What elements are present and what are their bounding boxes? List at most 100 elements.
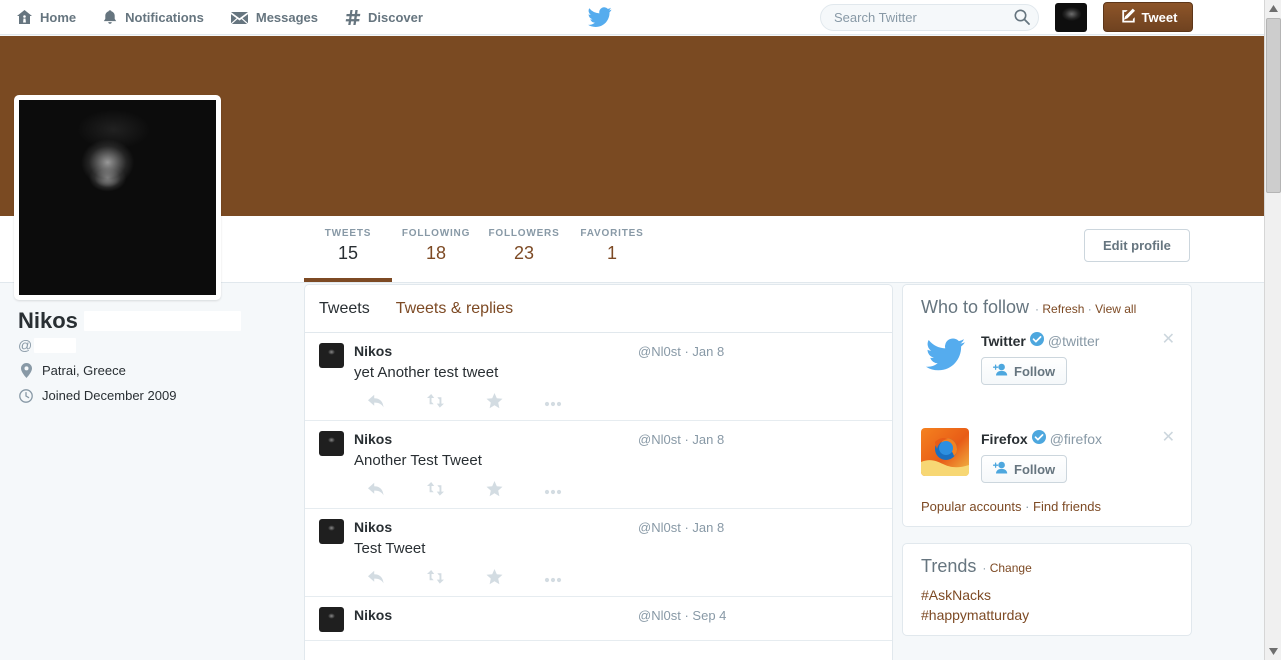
stat-favorites-value: 1: [606, 243, 617, 263]
retweet-icon[interactable]: [426, 569, 445, 589]
favorite-icon[interactable]: [486, 568, 503, 590]
avatar[interactable]: [319, 607, 344, 632]
stat-favorites-label: FAVORITES: [580, 228, 644, 239]
tweet-header: Nikos @Nl0st · Sep 4: [354, 607, 878, 626]
nav-item-discover-label: Discover: [368, 9, 423, 25]
view-all-link[interactable]: View all: [1095, 302, 1136, 316]
nav-item-home[interactable]: Home: [16, 0, 76, 35]
table-row[interactable]: Nikos @Nl0st · Jan 8 yet Another test tw…: [305, 333, 892, 421]
avatar[interactable]: [319, 343, 344, 368]
nav-item-messages[interactable]: Messages: [230, 0, 318, 35]
nav-item-notifications[interactable]: Notifications: [102, 0, 204, 35]
favorite-icon[interactable]: [486, 480, 503, 502]
profile-location-text: Patrai, Greece: [42, 363, 126, 378]
tweet-date[interactable]: Sep 4: [692, 608, 726, 623]
tweet-date[interactable]: Jan 8: [692, 520, 724, 535]
stat-tweets-value: 15: [337, 243, 359, 263]
stat-followers[interactable]: FOLLOWERS 23: [480, 220, 568, 282]
favorite-icon[interactable]: [486, 392, 503, 414]
tweet-body: Nikos @Nl0st · Sep 4: [354, 607, 878, 632]
tweet-handle[interactable]: @Nl0st: [638, 432, 681, 447]
redaction-block-tweet-name: [396, 343, 492, 356]
close-icon[interactable]: ✕: [1162, 430, 1175, 446]
tweet-author-name[interactable]: Nikos: [354, 607, 392, 623]
nav-item-discover[interactable]: Discover: [344, 0, 423, 35]
retweet-icon[interactable]: [426, 393, 445, 413]
tweet-handle[interactable]: @Nl0st: [638, 520, 681, 535]
tweet-text: yet Another test tweet: [354, 364, 499, 381]
tweet-date[interactable]: Jan 8: [692, 344, 724, 359]
tweet-date[interactable]: Jan 8: [692, 432, 724, 447]
find-friends-link[interactable]: Find friends: [1033, 499, 1101, 514]
who-to-follow-header: Who to follow · Refresh · View all: [903, 285, 1191, 326]
account-avatar[interactable]: [1055, 3, 1087, 32]
suggestion-name[interactable]: Firefox: [981, 431, 1028, 447]
suggestion-handle[interactable]: @firefox: [1050, 431, 1102, 447]
reply-icon[interactable]: [368, 482, 385, 501]
trend-item[interactable]: #AskNacks: [903, 585, 1191, 605]
tweet-meta-separator: ·: [684, 344, 689, 359]
more-icon[interactable]: [544, 394, 562, 412]
scrollbar-thumb[interactable]: [1266, 18, 1281, 193]
timeline-panel: Tweets Tweets & replies Nikos @Nl0st · J…: [304, 284, 893, 660]
change-trends-link[interactable]: Change: [990, 561, 1032, 575]
who-to-follow-footer: Popular accounts · Find friends: [903, 493, 1191, 526]
separator-dot: ·: [1025, 499, 1030, 514]
tab-tweets-and-replies[interactable]: Tweets & replies: [396, 300, 513, 318]
tweet-text: Test Tweet: [354, 540, 426, 557]
redaction-block-tweet-name: [396, 431, 492, 444]
table-row[interactable]: Nikos @Nl0st · Sep 4: [305, 597, 892, 641]
table-row[interactable]: Nikos @Nl0st · Jan 8 Another Test Tweet: [305, 421, 892, 509]
avatar[interactable]: [319, 431, 344, 456]
compose-icon: [1119, 8, 1136, 27]
tweet-handle[interactable]: @Nl0st: [638, 608, 681, 623]
right-sidebar: Who to follow · Refresh · View all Twitt…: [902, 284, 1192, 652]
stat-tweets[interactable]: TWEETS 15: [304, 220, 392, 282]
profile-screen-name-prefix: @: [18, 337, 33, 353]
clock-icon: [18, 388, 34, 403]
more-icon[interactable]: [544, 482, 562, 500]
firefox-avatar[interactable]: [921, 428, 969, 476]
trends-header: Trends · Change: [903, 544, 1191, 585]
twitter-bird-avatar[interactable]: [921, 330, 969, 378]
profile-photo[interactable]: [14, 95, 221, 300]
popular-accounts-link[interactable]: Popular accounts: [921, 499, 1021, 514]
table-row[interactable]: Nikos @Nl0st · Jan 8 Test Tweet: [305, 509, 892, 597]
follow-button[interactable]: Follow: [981, 455, 1068, 483]
close-icon[interactable]: ✕: [1162, 332, 1175, 348]
redaction-block-tweet-name: [396, 519, 492, 532]
search-icon[interactable]: [1013, 8, 1031, 26]
reply-icon[interactable]: [368, 394, 385, 413]
follow-button[interactable]: Follow: [981, 357, 1068, 385]
tweet-author-name[interactable]: Nikos: [354, 343, 392, 359]
refresh-link[interactable]: Refresh: [1042, 302, 1084, 316]
tab-tweets[interactable]: Tweets: [319, 300, 370, 318]
profile-full-name-text: Nikos: [18, 308, 78, 333]
suggestion-name[interactable]: Twitter: [981, 333, 1026, 349]
caret-down-icon[interactable]: [1265, 643, 1281, 660]
retweet-icon[interactable]: [426, 481, 445, 501]
tweet-handle[interactable]: @Nl0st: [638, 344, 681, 359]
scrollbar[interactable]: [1264, 0, 1281, 660]
trend-item[interactable]: #happymatturday: [903, 605, 1191, 635]
tweet-meta-separator: ·: [684, 608, 689, 623]
twitter-bird-icon[interactable]: [588, 6, 612, 28]
tweet-actions: [354, 392, 878, 414]
profile-photo-image: [19, 100, 216, 295]
caret-up-icon[interactable]: [1265, 0, 1281, 17]
edit-profile-button[interactable]: Edit profile: [1084, 229, 1190, 262]
stat-favorites[interactable]: FAVORITES 1: [568, 220, 656, 282]
tweet-author-name[interactable]: Nikos: [354, 431, 392, 447]
tweet-meta-separator: ·: [684, 520, 689, 535]
reply-icon[interactable]: [368, 570, 385, 589]
tweet-button[interactable]: Tweet: [1103, 2, 1193, 32]
search-input[interactable]: [820, 4, 1039, 31]
redaction-block-handle: [34, 337, 77, 353]
tweet-meta: @Nl0st · Jan 8: [638, 344, 878, 359]
avatar[interactable]: [319, 519, 344, 544]
more-icon[interactable]: [544, 570, 562, 588]
profile-location: Patrai, Greece: [18, 363, 288, 378]
suggestion-handle[interactable]: @twitter: [1048, 333, 1100, 349]
stat-following[interactable]: FOLLOWING 18: [392, 220, 480, 282]
tweet-author-name[interactable]: Nikos: [354, 519, 392, 535]
